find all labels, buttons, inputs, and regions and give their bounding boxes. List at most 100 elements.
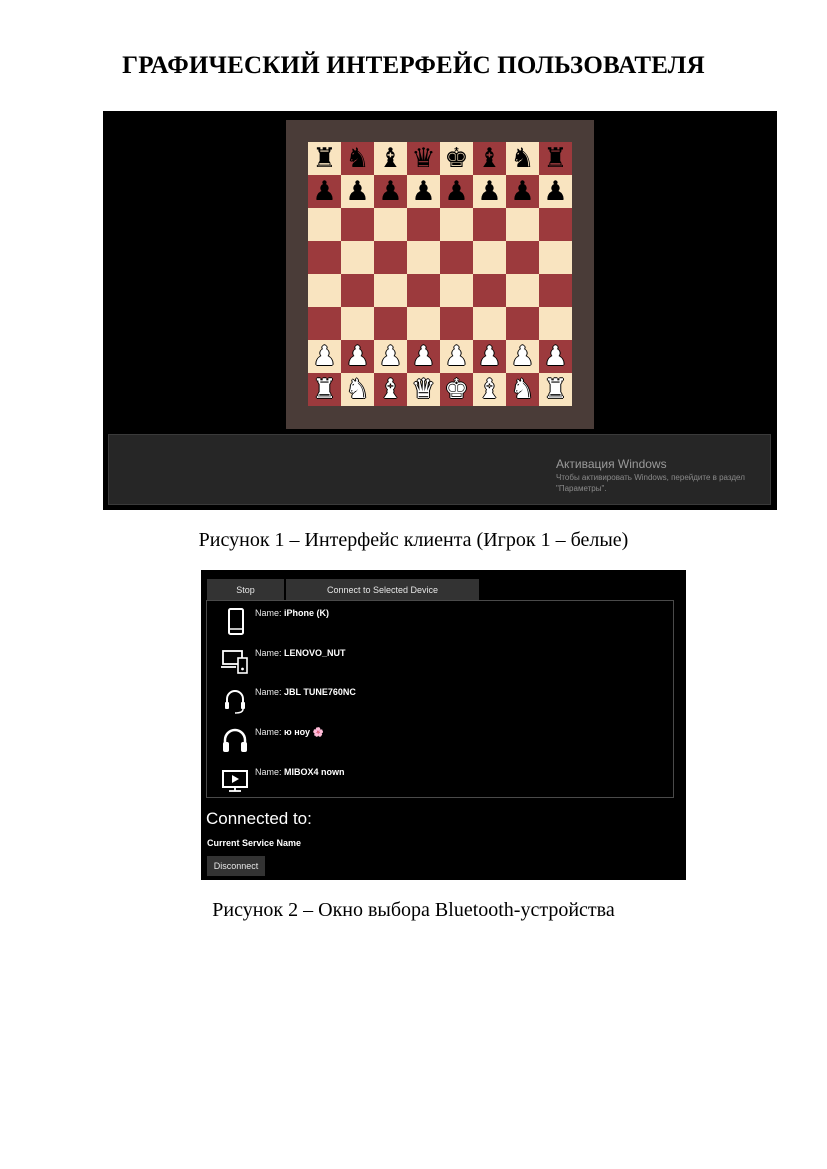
board-square[interactable] xyxy=(341,274,374,307)
board-square[interactable]: ♟ xyxy=(539,175,572,208)
device-item[interactable]: Name: JBL TUNE760NC xyxy=(207,684,667,722)
board-square[interactable] xyxy=(374,208,407,241)
black-pawn-icon[interactable]: ♟ xyxy=(411,178,435,205)
black-pawn-icon[interactable]: ♟ xyxy=(543,178,567,205)
black-pawn-icon[interactable]: ♟ xyxy=(510,178,534,205)
board-square[interactable]: ♞ xyxy=(341,142,374,175)
board-square[interactable]: ♞ xyxy=(506,373,539,406)
board-square[interactable] xyxy=(341,208,374,241)
black-queen-icon[interactable]: ♛ xyxy=(411,145,435,172)
black-bishop-icon[interactable]: ♝ xyxy=(378,145,402,172)
board-square[interactable] xyxy=(374,307,407,340)
disconnect-button[interactable]: Disconnect xyxy=(207,856,265,876)
board-square[interactable]: ♟ xyxy=(473,175,506,208)
black-bishop-icon[interactable]: ♝ xyxy=(477,145,501,172)
board-square[interactable]: ♚ xyxy=(440,373,473,406)
board-square[interactable] xyxy=(539,241,572,274)
board-square[interactable] xyxy=(308,208,341,241)
white-pawn-icon[interactable]: ♟ xyxy=(444,343,468,370)
board-square[interactable] xyxy=(539,208,572,241)
board-square[interactable]: ♚ xyxy=(440,142,473,175)
board-square[interactable] xyxy=(473,241,506,274)
white-knight-icon[interactable]: ♞ xyxy=(345,376,369,403)
black-rook-icon[interactable]: ♜ xyxy=(543,145,567,172)
black-pawn-icon[interactable]: ♟ xyxy=(444,178,468,205)
board-square[interactable]: ♞ xyxy=(341,373,374,406)
board-square[interactable]: ♜ xyxy=(308,142,341,175)
connect-selected-device-button[interactable]: Connect to Selected Device xyxy=(286,579,479,600)
board-square[interactable]: ♟ xyxy=(341,175,374,208)
device-item[interactable]: Name: ю ноу 🌸 xyxy=(207,724,667,762)
board-square[interactable] xyxy=(440,307,473,340)
white-pawn-icon[interactable]: ♟ xyxy=(345,343,369,370)
board-square[interactable] xyxy=(341,241,374,274)
board-square[interactable] xyxy=(473,274,506,307)
black-pawn-icon[interactable]: ♟ xyxy=(312,178,336,205)
board-square[interactable]: ♞ xyxy=(506,142,539,175)
stop-button[interactable]: Stop xyxy=(207,579,285,600)
board-square[interactable] xyxy=(308,307,341,340)
board-square[interactable] xyxy=(506,307,539,340)
board-square[interactable]: ♟ xyxy=(506,175,539,208)
board-square[interactable]: ♝ xyxy=(473,373,506,406)
board-square[interactable] xyxy=(440,208,473,241)
white-pawn-icon[interactable]: ♟ xyxy=(543,343,567,370)
board-square[interactable]: ♟ xyxy=(308,340,341,373)
board-square[interactable]: ♟ xyxy=(539,340,572,373)
board-square[interactable] xyxy=(506,241,539,274)
device-item[interactable]: Name: LENOVO_NUT xyxy=(207,645,667,683)
black-knight-icon[interactable]: ♞ xyxy=(510,145,534,172)
board-square[interactable]: ♟ xyxy=(341,340,374,373)
board-square[interactable]: ♟ xyxy=(506,340,539,373)
white-queen-icon[interactable]: ♛ xyxy=(411,376,435,403)
white-rook-icon[interactable]: ♜ xyxy=(543,376,567,403)
white-bishop-icon[interactable]: ♝ xyxy=(378,376,402,403)
board-square[interactable] xyxy=(539,307,572,340)
board-square[interactable]: ♝ xyxy=(374,373,407,406)
white-pawn-icon[interactable]: ♟ xyxy=(510,343,534,370)
device-item[interactable]: Name: MIBOX4 nown xyxy=(207,764,667,802)
board-square[interactable]: ♟ xyxy=(308,175,341,208)
white-pawn-icon[interactable]: ♟ xyxy=(378,343,402,370)
white-knight-icon[interactable]: ♞ xyxy=(510,376,534,403)
board-square[interactable] xyxy=(407,307,440,340)
black-pawn-icon[interactable]: ♟ xyxy=(345,178,369,205)
black-knight-icon[interactable]: ♞ xyxy=(345,145,369,172)
black-rook-icon[interactable]: ♜ xyxy=(312,145,336,172)
board-square[interactable] xyxy=(473,307,506,340)
board-square[interactable] xyxy=(341,307,374,340)
black-king-icon[interactable]: ♚ xyxy=(444,145,468,172)
board-square[interactable]: ♟ xyxy=(374,340,407,373)
board-square[interactable]: ♜ xyxy=(308,373,341,406)
board-square[interactable]: ♝ xyxy=(473,142,506,175)
board-square[interactable]: ♟ xyxy=(374,175,407,208)
board-square[interactable] xyxy=(374,274,407,307)
white-bishop-icon[interactable]: ♝ xyxy=(477,376,501,403)
white-pawn-icon[interactable]: ♟ xyxy=(477,343,501,370)
board-square[interactable] xyxy=(440,241,473,274)
white-king-icon[interactable]: ♚ xyxy=(444,376,468,403)
board-square[interactable]: ♛ xyxy=(407,373,440,406)
board-square[interactable]: ♛ xyxy=(407,142,440,175)
board-square[interactable]: ♜ xyxy=(539,373,572,406)
black-pawn-icon[interactable]: ♟ xyxy=(477,178,501,205)
board-square[interactable]: ♟ xyxy=(440,340,473,373)
board-square[interactable] xyxy=(407,208,440,241)
board-square[interactable] xyxy=(473,208,506,241)
board-square[interactable]: ♟ xyxy=(407,340,440,373)
board-square[interactable]: ♝ xyxy=(374,142,407,175)
black-pawn-icon[interactable]: ♟ xyxy=(378,178,402,205)
board-square[interactable]: ♟ xyxy=(473,340,506,373)
board-square[interactable] xyxy=(539,274,572,307)
device-item[interactable]: Name: iPhone (K) xyxy=(207,605,667,643)
white-rook-icon[interactable]: ♜ xyxy=(312,376,336,403)
board-square[interactable] xyxy=(308,241,341,274)
board-square[interactable]: ♟ xyxy=(407,175,440,208)
board-square[interactable] xyxy=(506,208,539,241)
chess-board[interactable]: ♜ ♞ ♝ ♛ ♚ ♝ ♞ ♜ ♟ ♟ ♟ ♟ ♟ ♟ ♟ ♟ ♟ ♟ ♟ ♟ ♟ ♟ ♟ ♟ ♜ ♞ ♝ ♛ ♚ ♝ ♞ ♜ xyxy=(308,142,572,406)
white-pawn-icon[interactable]: ♟ xyxy=(312,343,336,370)
board-square[interactable] xyxy=(407,241,440,274)
board-square[interactable] xyxy=(506,274,539,307)
board-square[interactable] xyxy=(440,274,473,307)
white-pawn-icon[interactable]: ♟ xyxy=(411,343,435,370)
